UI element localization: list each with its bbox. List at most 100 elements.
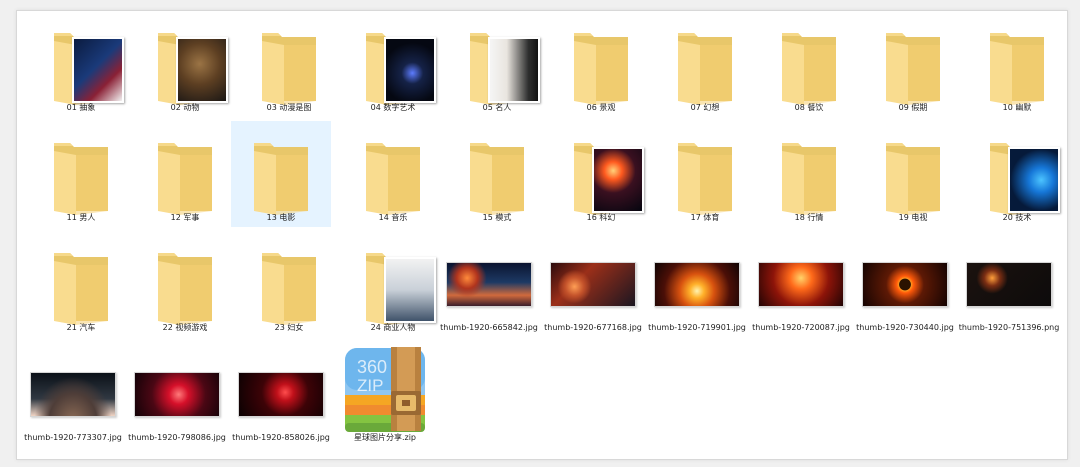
folder-icon-area: [863, 131, 963, 217]
folder-front-panel: [254, 151, 276, 215]
folder-item[interactable]: 24 商业人物: [343, 231, 443, 337]
image-file-item[interactable]: thumb-1920-773307.jpg: [21, 341, 125, 447]
folder-icon-area: [759, 131, 859, 217]
folder-item[interactable]: 07 幻想: [655, 11, 755, 117]
folder-tab-shape: [574, 143, 593, 146]
folder-label: 04 数字艺术: [370, 103, 416, 112]
folder-item[interactable]: 14 音乐: [343, 121, 443, 227]
folder-tab-shape: [262, 33, 281, 36]
folder-front-right-shade: [908, 45, 940, 105]
folder-front-panel: [678, 151, 700, 215]
image-file-item[interactable]: thumb-1920-858026.jpg: [229, 341, 333, 447]
folder-label: 02 动物: [170, 103, 200, 112]
folder-tab-shape: [574, 33, 593, 36]
folder-preview-image: [488, 37, 540, 103]
folder-icon-area: [759, 21, 859, 107]
folder-label: 06 景观: [586, 103, 616, 112]
folder-item[interactable]: 05 名人: [447, 11, 547, 117]
folder-icon-area: [655, 131, 755, 217]
folder-item-selected[interactable]: 13 电影: [231, 121, 331, 227]
folder-item[interactable]: 06 景观: [551, 11, 651, 117]
folder-icon-area: [231, 131, 331, 217]
folder-front-panel: [54, 151, 76, 215]
folder-item[interactable]: 21 汽车: [31, 231, 131, 337]
folder-item[interactable]: 20 技术: [967, 121, 1067, 227]
image-thumbnail: [238, 371, 324, 417]
folder-label: 24 商业人物: [370, 323, 416, 332]
image-file-item[interactable]: thumb-1920-665842.jpg: [437, 231, 541, 337]
folder-label: 18 行情: [794, 213, 824, 222]
folder-front-right-shade: [284, 265, 316, 325]
folder-tab-shape: [262, 253, 281, 256]
folder-item[interactable]: 04 数字艺术: [343, 11, 443, 117]
file-label: thumb-1920-677168.jpg: [544, 323, 642, 332]
archive-zip-icon: 360 ZIP: [345, 347, 425, 432]
folder-item[interactable]: 01 抽象: [31, 11, 131, 117]
image-file-item[interactable]: thumb-1920-751396.png: [957, 231, 1061, 337]
folder-item[interactable]: 18 行情: [759, 121, 859, 227]
file-label: thumb-1920-730440.jpg: [856, 323, 954, 332]
folder-icon: [250, 137, 312, 217]
zip-file-item[interactable]: 360 ZIP 星球图片分享.zip: [333, 341, 437, 447]
image-thumbnail-area: [853, 241, 957, 327]
folder-icon: [986, 137, 1060, 217]
image-thumbnail-area: [749, 241, 853, 327]
folder-front-panel: [678, 41, 700, 105]
folder-front-panel: [470, 151, 492, 215]
image-file-item[interactable]: thumb-1920-720087.jpg: [749, 231, 853, 337]
folder-front-panel: [262, 41, 284, 105]
folder-item[interactable]: 10 幽默: [967, 11, 1067, 117]
file-label: thumb-1920-719901.jpg: [648, 323, 746, 332]
folder-label: 14 音乐: [378, 213, 408, 222]
folder-front-panel: [990, 41, 1012, 105]
folder-graphic: [886, 33, 940, 105]
image-file-item[interactable]: thumb-1920-719901.jpg: [645, 231, 749, 337]
folder-front-right-shade: [908, 155, 940, 215]
folder-front-right-shade: [76, 265, 108, 325]
folder-icon: [258, 27, 320, 107]
folder-icon-area: [239, 241, 339, 327]
folder-front-right-shade: [180, 265, 212, 325]
folder-preview-image: [384, 257, 436, 323]
folder-item[interactable]: 23 妇女: [239, 231, 339, 337]
folder-tab-shape: [990, 33, 1009, 36]
image-thumbnail-area: [21, 351, 125, 437]
image-thumbnail: [862, 261, 948, 307]
image-file-item[interactable]: thumb-1920-730440.jpg: [853, 231, 957, 337]
image-file-item[interactable]: thumb-1920-798086.jpg: [125, 341, 229, 447]
folder-label: 12 军事: [170, 213, 200, 222]
folder-icon-area: [31, 21, 131, 107]
folder-front-panel: [886, 41, 908, 105]
folder-item[interactable]: 22 视频游戏: [135, 231, 235, 337]
folder-icon: [882, 27, 944, 107]
folder-label: 19 电视: [898, 213, 928, 222]
file-label: thumb-1920-773307.jpg: [24, 433, 122, 442]
image-file-item[interactable]: thumb-1920-677168.jpg: [541, 231, 645, 337]
folder-item[interactable]: 08 餐饮: [759, 11, 859, 117]
folder-item[interactable]: 16 科幻: [551, 121, 651, 227]
file-explorer-window: 01 抽象 02 动物 03 动漫是图 04 数字艺术 05 名人 06 景观 …: [16, 10, 1068, 460]
file-label: thumb-1920-665842.jpg: [440, 323, 538, 332]
folder-item[interactable]: 17 体育: [655, 121, 755, 227]
folder-icon: [570, 137, 644, 217]
image-thumbnail-area: [541, 241, 645, 327]
folder-front-right-shade: [700, 155, 732, 215]
folder-icon-area: [447, 131, 547, 217]
folder-icon: [50, 247, 112, 327]
folder-item[interactable]: 11 男人: [31, 121, 131, 227]
folder-item[interactable]: 12 军事: [135, 121, 235, 227]
folder-tab-shape: [886, 143, 905, 146]
folder-graphic: [782, 33, 836, 105]
folder-item[interactable]: 02 动物: [135, 11, 235, 117]
folder-icon-area: [863, 21, 963, 107]
folder-label: 09 假期: [898, 103, 928, 112]
folder-graphic: [366, 143, 420, 215]
folder-item[interactable]: 09 假期: [863, 11, 963, 117]
file-label: thumb-1920-858026.jpg: [232, 433, 330, 442]
folder-item[interactable]: 03 动漫是图: [239, 11, 339, 117]
folder-item[interactable]: 19 电视: [863, 121, 963, 227]
folder-icon-area: [135, 131, 235, 217]
folder-graphic: [254, 143, 308, 215]
folder-item[interactable]: 15 模式: [447, 121, 547, 227]
folder-icon: [986, 27, 1048, 107]
